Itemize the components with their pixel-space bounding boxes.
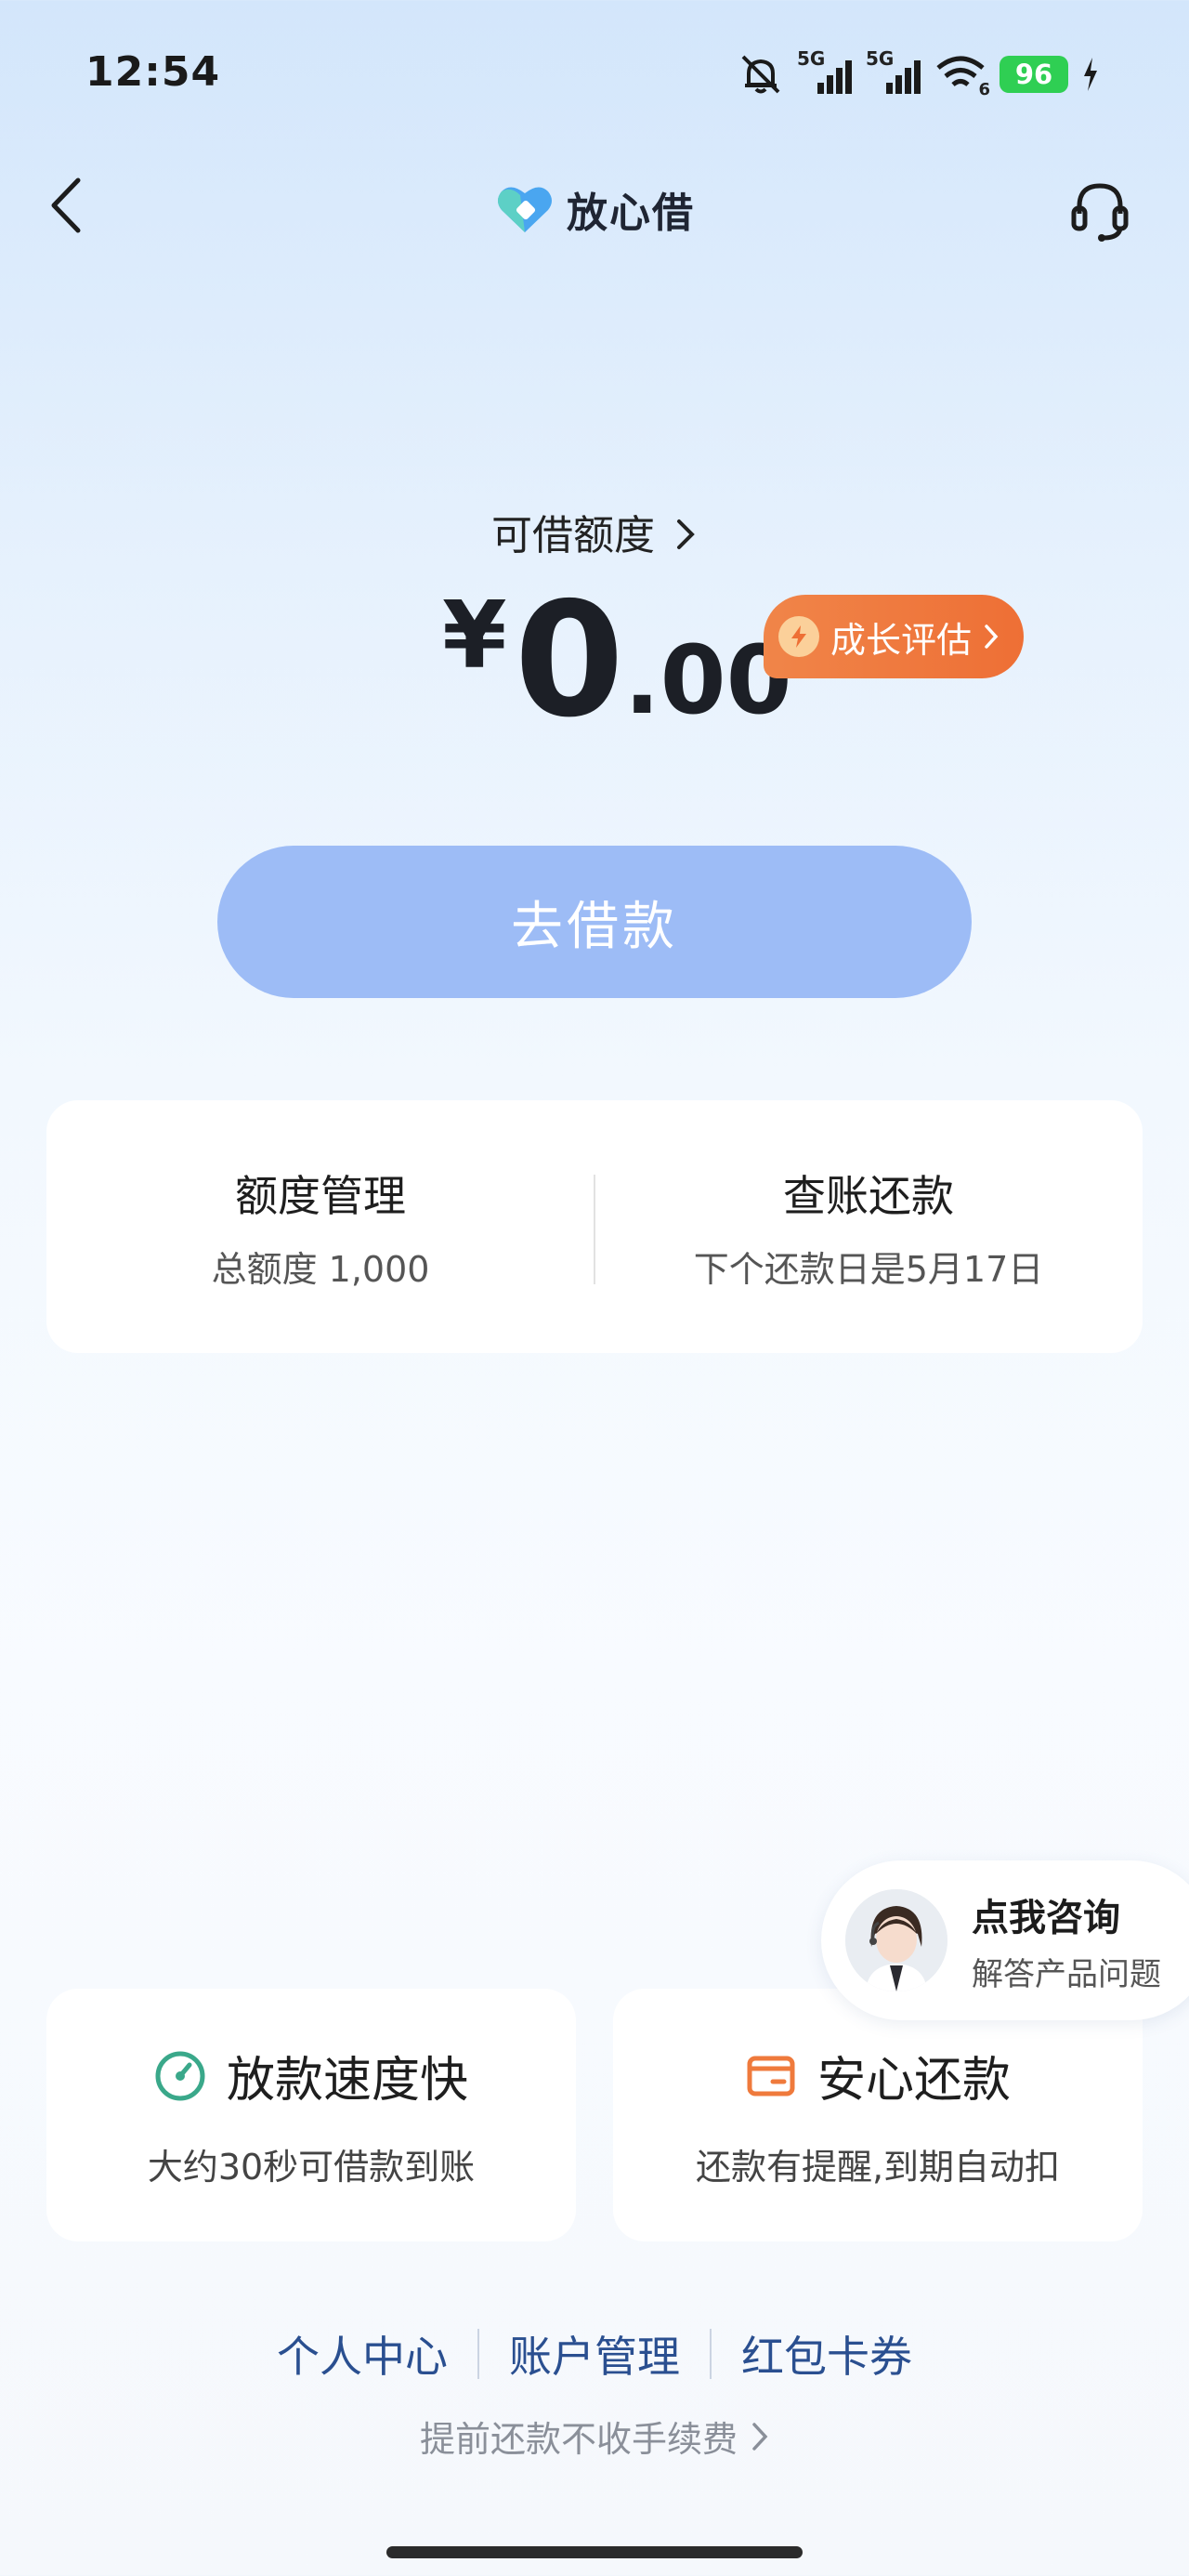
consult-bubble[interactable]: 点我咨询 解答产品问题 [821,1860,1189,2020]
lightning-icon [778,616,819,657]
chevron-right-icon [985,624,999,649]
consult-title: 点我咨询 [972,1896,1120,1939]
feature-title: 安心还款 [817,2053,1011,2109]
wifi-sub-label: 6 [978,80,990,99]
account-management-link[interactable]: 账户管理 [479,2323,710,2385]
borrow-button[interactable]: 去借款 [217,846,972,998]
battery-indicator: 96 [1000,56,1068,93]
home-indicator[interactable] [386,2546,803,2558]
growth-assessment-button[interactable]: 成长评估 [764,595,1024,678]
headset-icon [1071,183,1129,242]
growth-badge-label: 成长评估 [830,619,973,661]
next-repayment-date: 下个还款日是5月17日 [693,1248,1044,1290]
status-icons: 5G 5G 6 96 [738,46,1100,102]
early-repayment-note[interactable]: 提前还款不收手续费 [0,2411,1189,2462]
bill-repayment-button[interactable]: 查账还款 下个还款日是5月17日 [594,1100,1143,1353]
feature-card-safe-repay: 安心还款 还款有提醒,到期自动扣 [613,1989,1143,2241]
feature-subtitle: 大约30秒可借款到账 [147,2147,476,2188]
currency-symbol: ¥ [442,581,507,690]
amount-integer: 0 [514,569,624,753]
mute-bell-icon [741,55,780,94]
status-time: 12:54 [85,48,221,96]
agent-avatar [845,1889,947,1991]
signal-bars-icon [886,60,921,94]
available-limit-link[interactable]: 可借额度 [0,502,1189,561]
bill-repayment-title: 查账还款 [783,1170,954,1221]
feature-subtitle: 还款有提醒,到期自动扣 [695,2147,1061,2188]
account-actions-card: 额度管理 总额度 1,000 查账还款 下个还款日是5月17日 [46,1100,1143,1353]
brand-name: 放心借 [567,190,695,237]
feature-card-fast-loan: 放款速度快 大约30秒可借款到账 [46,1989,576,2241]
signal-1: 5G [797,47,853,96]
footer-links: 个人中心 账户管理 红包卡券 [0,2323,1189,2385]
brand: 放心借 [494,180,695,238]
total-limit-text: 总额度 1,000 [211,1248,430,1290]
wallet-card-icon [747,2056,795,2096]
chevron-right-icon [677,519,695,549]
back-button[interactable] [45,173,89,238]
chevron-right-icon [752,2422,768,2451]
available-limit-label: 可借额度 [491,512,655,559]
customer-service-button[interactable] [1066,177,1133,243]
limit-management-title: 额度管理 [235,1170,406,1221]
signal-bars-icon [817,60,852,94]
early-repayment-text: 提前还款不收手续费 [419,2419,738,2460]
consult-subtitle: 解答产品问题 [972,1955,1161,1993]
charging-bolt-icon [1084,58,1097,91]
signal-2: 5G [866,47,921,96]
limit-management-button[interactable]: 额度管理 总额度 1,000 [46,1100,594,1353]
heart-logo-icon [498,187,552,232]
speed-gauge-icon [155,2051,205,2100]
feature-title: 放款速度快 [226,2053,468,2109]
wifi: 6 [934,53,990,99]
coupons-link[interactable]: 红包卡券 [712,2323,942,2385]
personal-center-link[interactable]: 个人中心 [247,2323,477,2385]
available-amount: ¥ 0 .00 [442,581,792,740]
chevron-left-icon [51,177,81,233]
